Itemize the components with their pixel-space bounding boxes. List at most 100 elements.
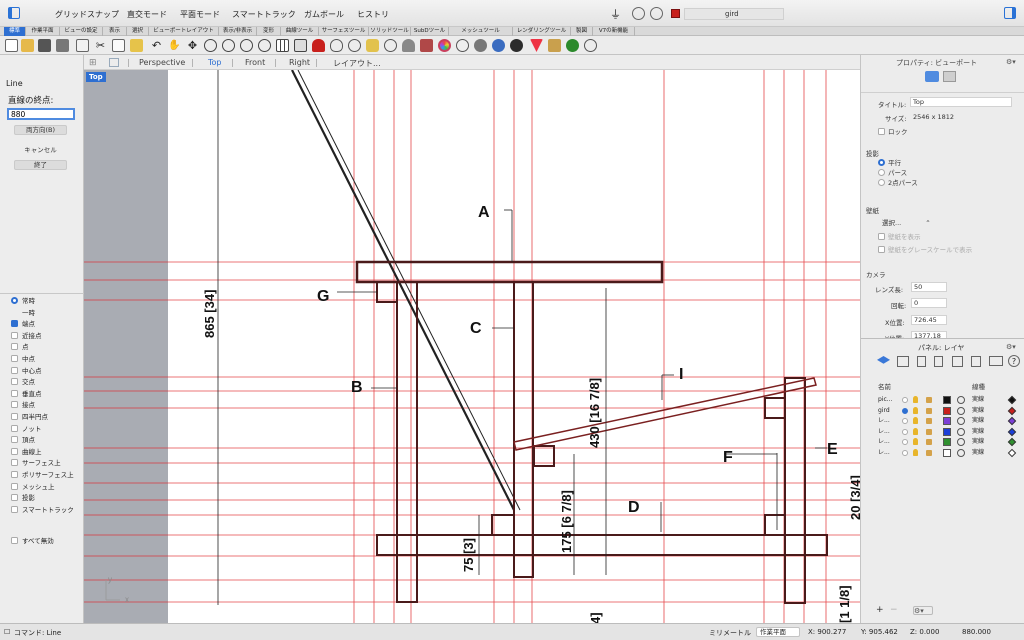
layer-color-swatch[interactable] <box>943 406 951 415</box>
checkbox[interactable] <box>11 378 18 386</box>
checkbox[interactable] <box>11 494 18 502</box>
layer-row[interactable]: レ... 実線 <box>861 427 1024 437</box>
wallpaper-select[interactable]: 選択... ⌃ <box>882 217 931 227</box>
material-circle-icon[interactable] <box>957 438 965 446</box>
tab-perspective[interactable]: Perspective <box>139 58 185 67</box>
print-icon[interactable] <box>56 39 69 52</box>
layer-row[interactable]: レ... 実線 <box>861 437 1024 447</box>
record-history-icon[interactable] <box>632 7 645 20</box>
tab-cplane[interactable]: 作業平面 <box>26 27 60 36</box>
checkbox[interactable] <box>878 246 885 253</box>
osnap-item[interactable]: 一時 <box>11 308 35 318</box>
layer-linetype[interactable]: 実線 <box>972 448 984 458</box>
tab-visibility[interactable]: 表示/非表示 <box>219 27 257 36</box>
current-layer-field[interactable]: gird <box>684 8 784 20</box>
bulb-icon[interactable] <box>913 448 918 456</box>
cancel-button[interactable]: キャンセル <box>14 146 67 156</box>
zoom-window-icon[interactable] <box>222 39 235 52</box>
bulb-icon[interactable] <box>913 406 918 414</box>
lock-icon[interactable] <box>926 449 932 456</box>
tab-layout[interactable]: レイアウト... <box>333 58 381 69</box>
print-color-diamond-icon[interactable] <box>1007 395 1017 405</box>
checkbox[interactable] <box>11 482 18 490</box>
wallpaper-gray-checkbox[interactable]: 壁紙をグレースケールで表示 <box>878 244 972 254</box>
print-color-diamond-icon[interactable] <box>1007 448 1017 457</box>
object-properties-icon[interactable] <box>943 71 956 82</box>
layer-color-swatch[interactable] <box>943 427 951 436</box>
ortho-toggle[interactable]: 直交モード <box>127 9 167 20</box>
ypos-field[interactable]: 1377.18 <box>911 331 947 338</box>
checkbox[interactable] <box>11 389 18 397</box>
layer-options-icon[interactable]: ⚙▾ <box>913 606 933 615</box>
material-icon[interactable] <box>530 39 543 52</box>
command-history-icon[interactable]: ☐ <box>4 628 10 636</box>
osnap-item[interactable]: 曲線上 <box>11 447 42 457</box>
osnap-item[interactable]: 交点 <box>11 377 35 387</box>
radio[interactable] <box>11 297 18 304</box>
environment-icon[interactable] <box>566 39 579 52</box>
checkbox[interactable] <box>11 471 18 478</box>
tab-solid-tools[interactable]: ソリッドツール <box>369 27 411 36</box>
tab-front[interactable]: Front <box>245 58 265 67</box>
checkbox[interactable] <box>11 320 18 328</box>
bulb-icon[interactable] <box>913 396 918 403</box>
cplane-select[interactable]: 作業平面 <box>756 627 800 637</box>
viewport-camera-icon[interactable] <box>925 71 939 82</box>
projection-parallel[interactable]: 平行 <box>878 157 901 167</box>
help-icon[interactable] <box>584 39 597 52</box>
render-icon[interactable] <box>510 39 523 52</box>
lock-icon[interactable] <box>926 397 932 403</box>
checkbox[interactable] <box>878 233 885 240</box>
osnap-item[interactable]: メッシュ上 <box>11 482 55 492</box>
lock-icon[interactable] <box>926 439 932 445</box>
shaded-icon[interactable] <box>456 39 469 52</box>
remove-layer-button[interactable]: − <box>890 605 898 615</box>
single-viewport-icon[interactable] <box>109 58 119 67</box>
tab-v7-new[interactable]: V7の新機能 <box>593 27 635 36</box>
layer-name[interactable]: レ... <box>878 437 902 447</box>
osnap-item[interactable]: 点 <box>11 342 29 352</box>
right-panel-toggle-icon[interactable] <box>1004 7 1016 19</box>
cut-icon[interactable]: ✂ <box>94 39 107 52</box>
disable-all-osnap[interactable]: すべて無効 <box>11 536 54 546</box>
current-layer-radio[interactable] <box>902 418 908 424</box>
checkbox[interactable] <box>878 128 885 135</box>
tab-drafting[interactable]: 製図 <box>571 27 593 36</box>
left-panel-toggle-icon[interactable] <box>8 7 20 19</box>
layer-linetype[interactable]: 実線 <box>972 427 984 437</box>
checkbox[interactable] <box>11 331 18 339</box>
checkbox[interactable] <box>11 537 18 544</box>
units-label[interactable]: ミリメートル <box>709 628 751 638</box>
checkbox[interactable] <box>11 459 18 467</box>
osnap-item[interactable]: ポリサーフェス上 <box>11 470 74 480</box>
tab-subd-tools[interactable]: SubDツール <box>411 27 449 36</box>
tab-surface-tools[interactable]: サーフェスツール <box>319 27 369 36</box>
layer-name[interactable]: レ... <box>878 416 902 426</box>
projection-perspective[interactable]: パース <box>878 167 907 177</box>
current-layer-radio[interactable] <box>902 428 908 435</box>
open-file-icon[interactable] <box>21 39 34 52</box>
layer-name[interactable]: レ... <box>878 448 902 458</box>
layer-name[interactable]: レ... <box>878 427 902 437</box>
radio[interactable] <box>878 169 885 176</box>
layer-color-swatch[interactable] <box>943 396 951 404</box>
paste-icon[interactable] <box>130 39 143 52</box>
tab-mesh-tools[interactable]: メッシュツール <box>449 27 513 36</box>
layer-linetype[interactable]: 実線 <box>972 437 984 447</box>
wireframe-icon[interactable] <box>384 39 397 52</box>
layer-color-swatch[interactable] <box>943 417 951 425</box>
texture-icon[interactable] <box>548 39 561 52</box>
tab-view-settings[interactable]: ビューの設定 <box>60 27 103 36</box>
lock-icon[interactable] <box>926 418 932 424</box>
osnap-item[interactable]: 近接点 <box>11 331 42 341</box>
checkbox[interactable] <box>11 355 18 362</box>
tab-standard[interactable]: 標準 <box>4 27 26 36</box>
checkbox[interactable] <box>11 424 18 432</box>
tab-curve-tools[interactable]: 曲線ツール <box>281 27 319 36</box>
finish-button[interactable]: 終了 <box>14 160 67 170</box>
material-circle-icon[interactable] <box>957 406 965 415</box>
lens-icon[interactable] <box>348 39 361 52</box>
lock-checkbox[interactable]: ロック <box>878 126 908 136</box>
zoom-icon[interactable] <box>204 39 217 52</box>
current-layer-radio[interactable] <box>902 397 908 403</box>
